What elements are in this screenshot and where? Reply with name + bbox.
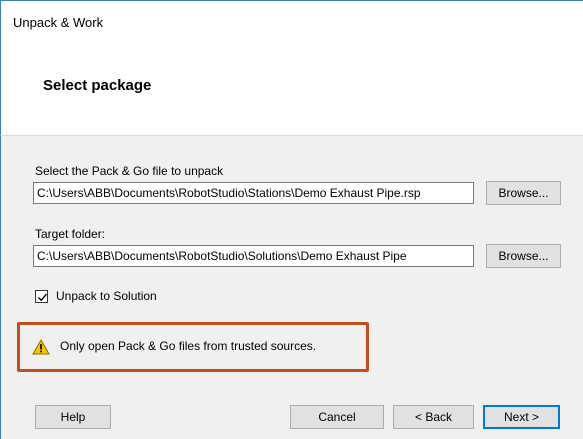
warning-message: Only open Pack & Go files from trusted s… xyxy=(60,339,317,353)
target-folder-input[interactable]: C:\Users\ABB\Documents\RobotStudio\Solut… xyxy=(33,245,474,267)
title-bar: Unpack & Work xyxy=(0,0,583,46)
file-label: Select the Pack & Go file to unpack xyxy=(35,164,224,178)
help-button[interactable]: Help xyxy=(35,405,111,429)
wizard-content: Select the Pack & Go file to unpack C:\U… xyxy=(0,136,583,439)
unpack-to-solution-option[interactable]: Unpack to Solution xyxy=(35,288,157,304)
target-browse-button[interactable]: Browse... xyxy=(486,244,561,268)
next-button[interactable]: Next > xyxy=(483,405,560,429)
wizard-header: Select package xyxy=(0,46,583,136)
unpack-work-dialog: Unpack & Work Select package Select the … xyxy=(0,0,583,439)
window-title: Unpack & Work xyxy=(13,15,104,30)
unpack-to-solution-label: Unpack to Solution xyxy=(56,289,157,303)
unpack-to-solution-checkbox[interactable] xyxy=(35,289,48,303)
target-folder-label: Target folder: xyxy=(35,227,106,241)
file-browse-button[interactable]: Browse... xyxy=(486,181,561,205)
cancel-button[interactable]: Cancel xyxy=(290,405,384,429)
back-button[interactable]: < Back xyxy=(393,405,474,429)
page-heading: Select package xyxy=(43,77,152,94)
trusted-sources-warning: Only open Pack & Go files from trusted s… xyxy=(17,322,369,372)
checkmark-icon xyxy=(38,293,48,301)
warning-triangle-icon xyxy=(32,338,50,355)
file-path-input[interactable]: C:\Users\ABB\Documents\RobotStudio\Stati… xyxy=(33,182,474,204)
